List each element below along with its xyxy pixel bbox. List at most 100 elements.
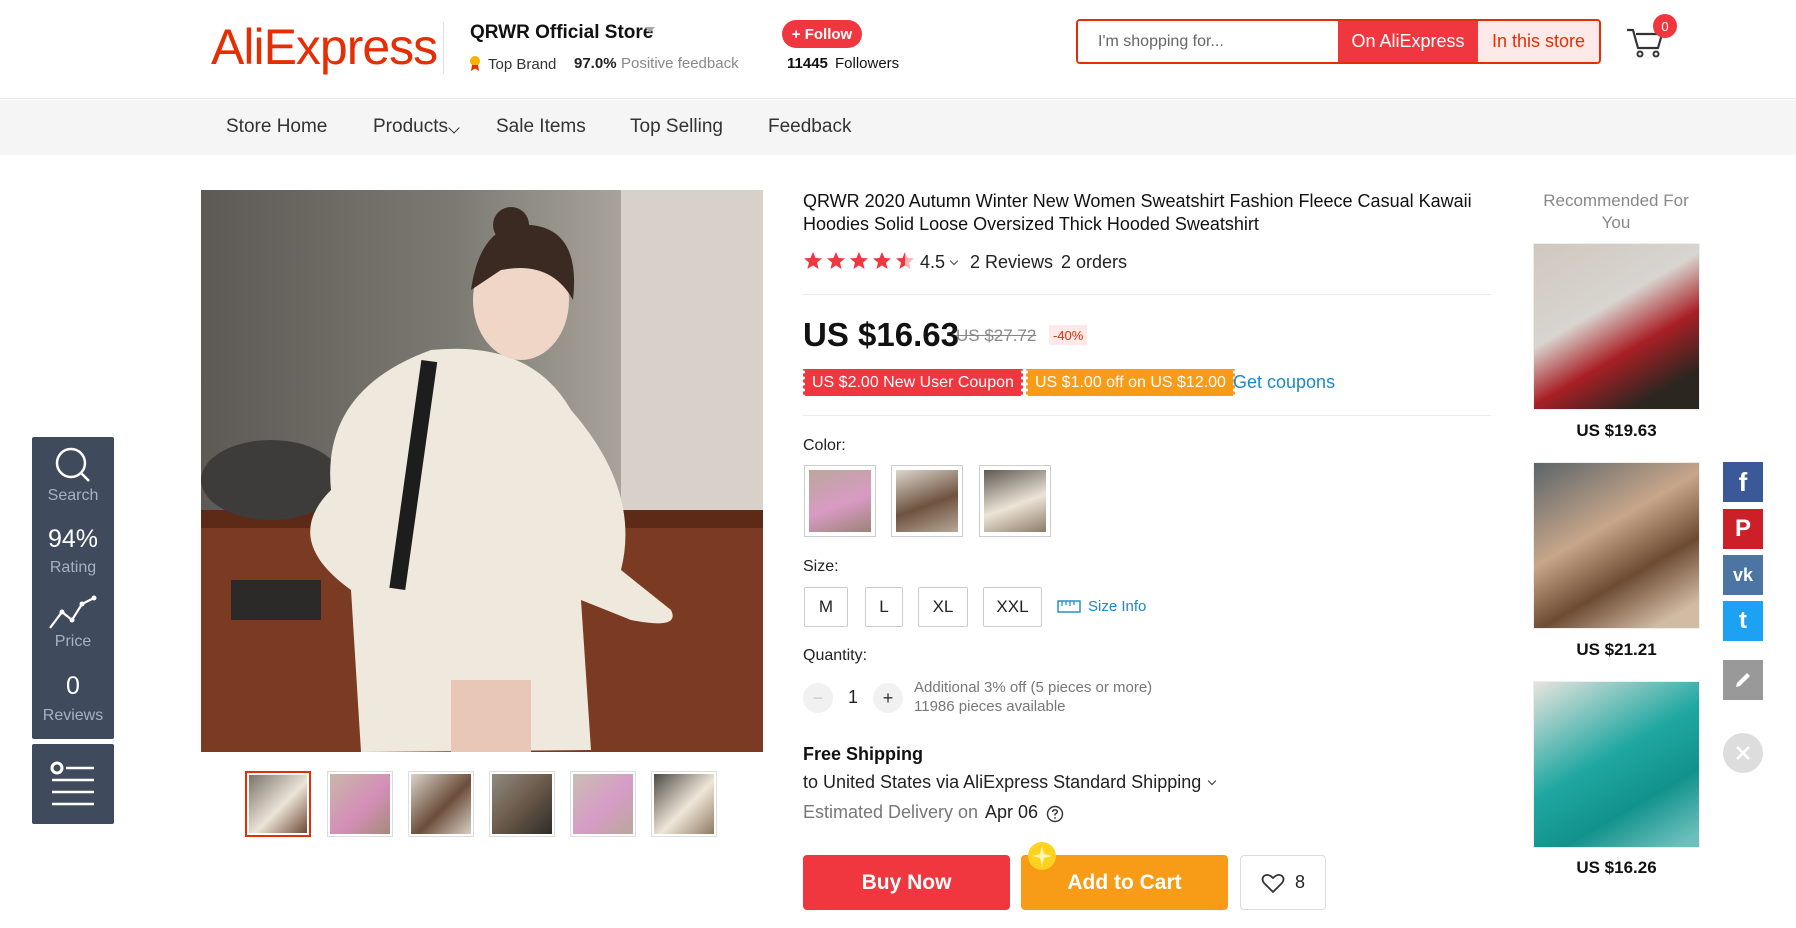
search-icon[interactable] — [51, 445, 95, 485]
color-option-white[interactable] — [979, 465, 1051, 537]
product-thumbnail[interactable] — [408, 771, 474, 837]
follow-button[interactable]: + Follow — [782, 20, 862, 48]
star-icon — [827, 252, 845, 269]
rating-value[interactable]: 4.5 — [920, 252, 945, 273]
color-label: Color: — [803, 437, 846, 454]
search-input[interactable] — [1078, 21, 1338, 62]
divider — [803, 415, 1491, 416]
recommended-title: Recommended For You — [1543, 191, 1689, 232]
current-price: US $16.63 — [803, 316, 959, 353]
product-thumbnail[interactable] — [245, 771, 311, 837]
chevron-down-icon[interactable] — [1207, 776, 1217, 786]
store-header: AliExpress QRWR Official Store Top Brand… — [0, 0, 1796, 99]
x-mark-icon — [1736, 746, 1750, 760]
color-option-coffee[interactable] — [891, 465, 963, 537]
product-photo — [201, 190, 763, 752]
new-user-coupon[interactable]: US $2.00 New User Coupon — [802, 369, 1024, 396]
free-shipping-label: Free Shipping — [803, 744, 924, 764]
product-thumbnail[interactable] — [570, 771, 636, 837]
size-label: Size: — [803, 558, 839, 575]
quantity-decrease-button[interactable]: − — [803, 683, 833, 713]
estimated-delivery-label: Estimated Delivery on — [803, 802, 979, 822]
star-icon — [850, 252, 868, 269]
search-in-store-button[interactable]: In this store — [1478, 21, 1599, 62]
sparkle-icon — [1028, 842, 1056, 870]
quantity-available: 11986 pieces available — [914, 698, 1066, 715]
product-thumbnail[interactable] — [327, 771, 393, 837]
settings-list-icon — [50, 761, 94, 806]
side-rating-label: Rating — [49, 559, 97, 576]
nav-top-selling[interactable]: Top Selling — [630, 116, 723, 138]
price-trend-icon[interactable] — [46, 592, 100, 632]
nav-feedback[interactable]: Feedback — [768, 116, 851, 138]
aliexpress-logo[interactable]: AliExpress — [211, 18, 438, 76]
wishlist-button[interactable]: 8 — [1240, 855, 1326, 910]
recommended-price[interactable]: US $21.21 — [1533, 640, 1700, 660]
star-icon — [873, 252, 891, 269]
ruler-icon[interactable] — [1057, 598, 1081, 614]
reviews-link[interactable]: 2 Reviews — [970, 252, 1053, 273]
twitter-share-icon[interactable]: t — [1723, 601, 1763, 641]
side-reviews-value: 0 — [66, 672, 80, 700]
original-price: US $27.72 — [956, 326, 1037, 345]
nav-store-home[interactable]: Store Home — [226, 116, 327, 138]
nav-sale-items[interactable]: Sale Items — [496, 116, 586, 138]
size-option-xxl[interactable]: XXL — [983, 587, 1042, 627]
quantity-value[interactable]: 1 — [846, 687, 860, 708]
recommended-product-image[interactable] — [1533, 681, 1700, 848]
star-icon — [804, 252, 822, 269]
side-rating-value: 94% — [47, 525, 99, 553]
facebook-share-icon[interactable]: f — [1723, 462, 1763, 502]
buy-now-button[interactable]: Buy Now — [803, 855, 1010, 910]
header-divider — [443, 22, 444, 74]
positive-feedback-value: 97.0% — [574, 55, 617, 72]
discount-badge: -40% — [1049, 325, 1088, 345]
recommended-price[interactable]: US $16.26 — [1533, 858, 1700, 878]
search-on-aliexpress-button[interactable]: On AliExpress — [1338, 21, 1478, 62]
quantity-discount-note: Additional 3% off (5 pieces or more) — [914, 679, 1153, 696]
quantity-label: Quantity: — [803, 647, 868, 664]
store-coupon[interactable]: US $1.00 off on US $12.00 — [1025, 369, 1236, 396]
quantity-increase-button[interactable]: + — [873, 683, 903, 713]
recommended-product-image[interactable] — [1533, 462, 1700, 629]
vk-share-icon[interactable]: vk — [1723, 555, 1763, 595]
side-price-label[interactable]: Price — [32, 633, 114, 651]
followers-label: Followers — [835, 55, 900, 72]
rating-stars — [803, 251, 915, 271]
top-brand-label: Top Brand — [488, 56, 557, 73]
product-thumbnail[interactable] — [489, 771, 555, 837]
chevron-down-icon[interactable] — [949, 256, 959, 266]
product-main-image[interactable] — [201, 190, 763, 752]
settings-menu-button[interactable] — [32, 744, 114, 824]
heart-icon — [1261, 873, 1285, 893]
cart-count-badge: 0 — [1653, 14, 1677, 38]
medal-icon — [470, 56, 480, 71]
search-bar: On AliExpress In this store — [1076, 19, 1601, 64]
store-nav: Store Home Products Sale Items Top Selli… — [0, 100, 1796, 155]
recommended-price[interactable]: US $19.63 — [1533, 421, 1700, 441]
help-icon[interactable] — [1046, 805, 1064, 823]
color-option-pink[interactable] — [804, 465, 876, 537]
product-thumbnail[interactable] — [651, 771, 717, 837]
wishlist-count: 8 — [1294, 872, 1305, 892]
close-icon[interactable] — [1723, 733, 1763, 773]
store-side-bar: Search 94% Rating Price 0 Reviews — [32, 437, 114, 739]
shipping-destination[interactable]: to United States via AliExpress Standard… — [803, 772, 1201, 793]
estimated-delivery-date: Apr 06 — [985, 802, 1039, 822]
size-option-l[interactable]: L — [865, 587, 903, 627]
store-dropdown-caret-icon[interactable] — [645, 27, 655, 33]
pinterest-share-icon[interactable]: P — [1723, 509, 1763, 549]
edit-icon[interactable] — [1723, 660, 1763, 700]
get-coupons-link[interactable]: Get coupons — [1233, 372, 1335, 393]
store-name[interactable]: QRWR Official Store — [470, 22, 653, 44]
side-search-label[interactable]: Search — [32, 487, 114, 505]
size-info-link[interactable]: Size Info — [1088, 598, 1146, 615]
nav-products[interactable]: Products — [373, 116, 448, 138]
positive-feedback-label: Positive feedback — [621, 55, 739, 72]
side-reviews-label[interactable]: Reviews — [32, 707, 114, 725]
size-option-m[interactable]: M — [804, 587, 848, 627]
star-icon — [896, 252, 914, 269]
pencil-icon — [1736, 673, 1750, 687]
recommended-product-image[interactable] — [1533, 243, 1700, 410]
size-option-xl[interactable]: XL — [918, 587, 968, 627]
